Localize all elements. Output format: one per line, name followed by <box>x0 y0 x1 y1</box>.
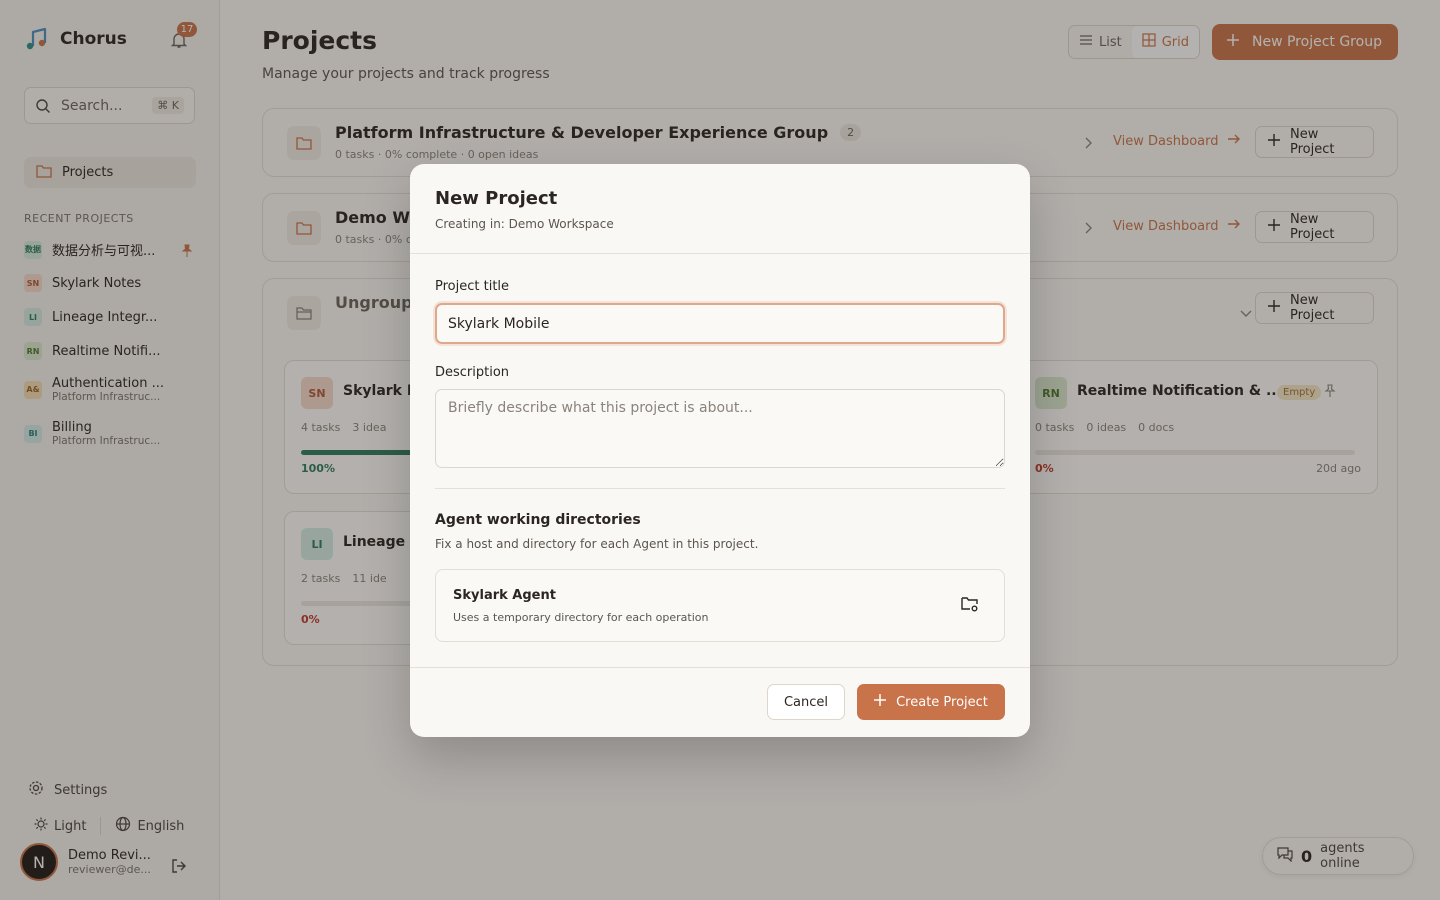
agent-directory-description: Uses a temporary directory for each oper… <box>453 611 709 624</box>
cancel-button[interactable]: Cancel <box>767 684 845 720</box>
divider <box>435 488 1005 489</box>
project-title-input[interactable] <box>435 303 1005 344</box>
plus-icon <box>874 694 887 710</box>
dialog-subtitle: Creating in: Demo Workspace <box>435 217 614 231</box>
create-project-button[interactable]: Create Project <box>857 684 1005 720</box>
description-textarea[interactable] <box>435 389 1005 468</box>
folder-settings-icon[interactable] <box>960 594 980 614</box>
description-label: Description <box>435 365 510 380</box>
divider <box>410 253 1030 254</box>
project-title-label: Project title <box>435 279 510 294</box>
agent-name: Skylark Agent <box>453 588 556 603</box>
dialog-title: New Project <box>435 188 558 209</box>
divider <box>410 667 1030 668</box>
agent-directories-description: Fix a host and directory for each Agent … <box>435 537 759 551</box>
create-project-label: Create Project <box>896 694 988 710</box>
agent-directories-heading: Agent working directories <box>435 512 641 528</box>
new-project-dialog: New Project Creating in: Demo Workspace … <box>410 164 1030 737</box>
agent-directory-row: Skylark Agent Uses a temporary directory… <box>435 569 1005 642</box>
